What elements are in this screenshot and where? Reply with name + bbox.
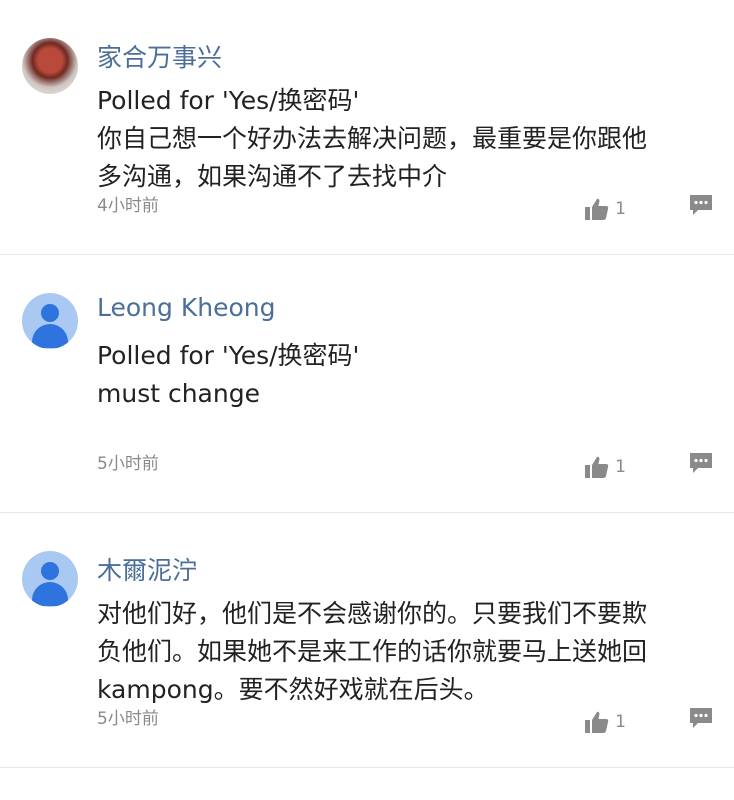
comment-line: 你自己想一个好办法去解决问题，最重要是你跟他 [97,124,648,153]
like-count: 1 [615,712,626,732]
like-button[interactable]: 1 [585,711,626,733]
thumbs-up-icon [585,456,609,478]
comment-body: Polled for 'Yes/换密码' must change [97,337,707,413]
comment-item: Leong Kheong Polled for 'Yes/换密码' must c… [0,255,734,513]
comment-line: 负他们。如果她不是来工作的话你就要马上送她回 [97,637,648,666]
reply-button[interactable] [689,194,713,220]
avatar-head [41,304,59,322]
comment-item: 木爾泥泞 对他们好，他们是不会感谢你的。只要我们不要欺 负他们。如果她不是来工作… [0,513,734,768]
avatar-body [32,324,68,348]
thumbs-up-icon [585,198,609,220]
avatar[interactable] [22,293,78,349]
comment-author[interactable]: Leong Kheong [97,293,275,322]
avatar-body [32,582,68,606]
comment-line: 多沟通，如果沟通不了去找中介 [97,162,448,191]
like-button[interactable]: 1 [585,456,626,478]
comment-bubble-icon [690,453,712,473]
comment-author[interactable]: 家合万事兴 [97,38,222,74]
like-count: 1 [615,199,626,219]
comment-timestamp: 5小时前 [97,454,159,474]
thumbs-up-icon [585,711,609,733]
comment-body: Polled for 'Yes/换密码' 你自己想一个好办法去解决问题，最重要是… [97,82,707,196]
avatar[interactable] [22,38,78,94]
comment-line: must change [97,379,260,408]
like-button[interactable]: 1 [585,198,626,220]
comment-bubble-icon [690,708,712,728]
comment-line: Polled for 'Yes/换密码' [97,86,360,115]
comment-line: Polled for 'Yes/换密码' [97,341,360,370]
comment-line: kampong。要不然好戏就在后头。 [97,675,489,704]
comment-item: 家合万事兴 Polled for 'Yes/换密码' 你自己想一个好办法去解决问… [0,0,734,255]
avatar-head [41,562,59,580]
comment-line: 对他们好，他们是不会感谢你的。只要我们不要欺 [97,599,648,628]
reply-button[interactable] [689,452,713,478]
like-count: 1 [615,457,626,477]
reply-button[interactable] [689,707,713,733]
comment-bubble-icon [690,195,712,215]
comment-author[interactable]: 木爾泥泞 [97,551,197,587]
avatar[interactable] [22,551,78,607]
comment-timestamp: 5小时前 [97,709,159,729]
comment-body: 对他们好，他们是不会感谢你的。只要我们不要欺 负他们。如果她不是来工作的话你就要… [97,595,707,709]
comment-timestamp: 4小时前 [97,196,159,216]
